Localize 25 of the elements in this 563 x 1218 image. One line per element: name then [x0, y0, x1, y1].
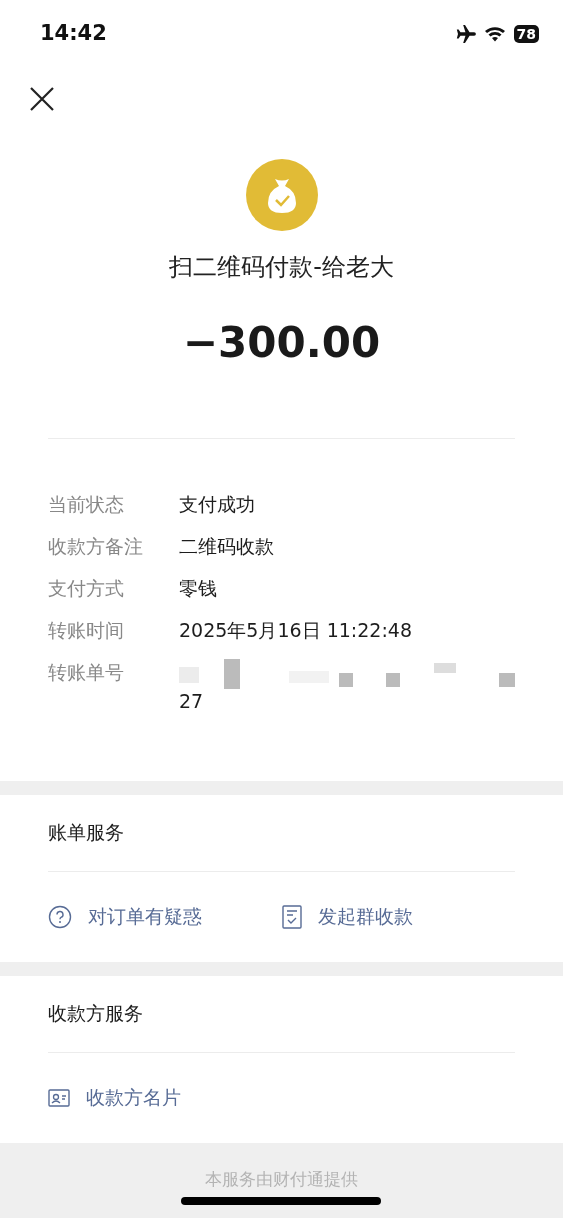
detail-label: 收款方备注	[48, 533, 144, 559]
detail-value: 二维码收款	[179, 533, 274, 559]
close-button[interactable]	[30, 86, 54, 111]
detail-value: 零钱	[179, 575, 217, 601]
payment-title: 扫二维码付款-给老大	[169, 251, 394, 283]
battery-level: 78	[513, 25, 539, 43]
detail-label: 转账时间	[48, 617, 125, 643]
action-link[interactable]: 发起群收款	[281, 902, 413, 931]
status-time: 14:42	[40, 20, 107, 48]
transfer-number: 27	[179, 688, 205, 713]
contact-card-link[interactable]: 收款方名片	[48, 1083, 181, 1112]
checklist-icon	[281, 904, 302, 929]
section-title: 账单服务	[48, 820, 125, 846]
action-link[interactable]: 对订单有疑惑	[48, 902, 202, 931]
footer-note: 本服务由财付通提供	[205, 1167, 358, 1191]
detail-label: 转账单号	[48, 659, 125, 685]
help-icon	[48, 904, 72, 929]
detail-label: 当前状态	[48, 491, 125, 517]
detail-value: 2025年5月16日 11:22:48	[179, 617, 412, 643]
section-title: 收款方服务	[48, 1001, 144, 1027]
detail-value: 支付成功	[179, 491, 255, 517]
detail-label: 支付方式	[48, 575, 125, 601]
wifi-icon	[483, 26, 506, 42]
amount: −300.00	[182, 316, 381, 369]
contact-card-icon	[48, 1088, 70, 1107]
